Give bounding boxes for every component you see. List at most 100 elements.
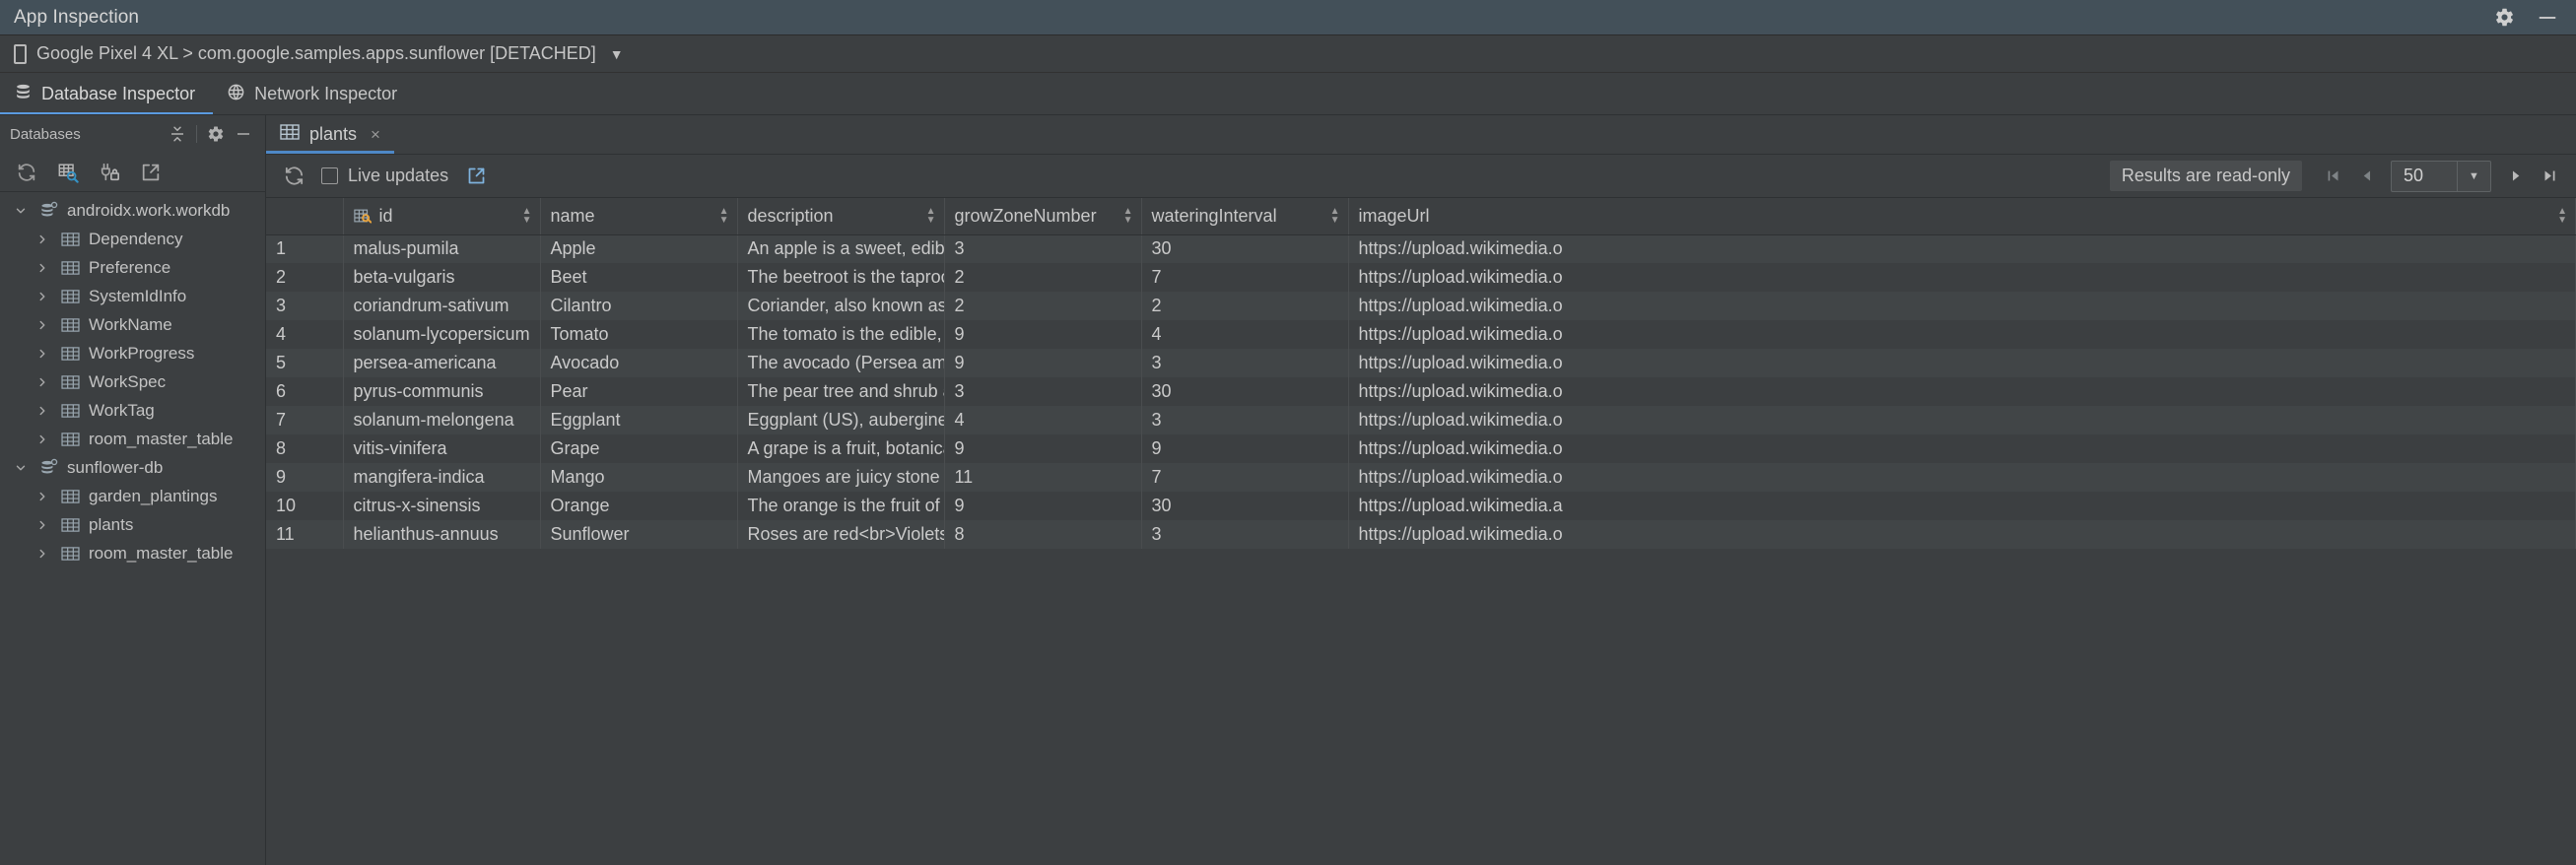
tree-item-table[interactable]: WorkSpec <box>0 367 265 396</box>
cell-imageUrl[interactable]: https://upload.wikimedia.o <box>1348 263 2576 292</box>
cell-id[interactable]: pyrus-communis <box>343 377 540 406</box>
sort-toggle-icon[interactable]: ▲▼ <box>926 207 936 225</box>
cell-growZoneNumber[interactable]: 11 <box>944 463 1141 492</box>
cell-wateringInterval[interactable]: 7 <box>1141 263 1348 292</box>
tree-item-table[interactable]: WorkProgress <box>0 339 265 367</box>
column-header-rownum[interactable] <box>266 198 343 234</box>
chevron-right-icon[interactable] <box>28 432 57 446</box>
cell-description[interactable]: An apple is a sweet, edible <box>737 234 944 263</box>
minimize-icon[interactable] <box>2537 7 2558 29</box>
cell-id[interactable]: vitis-vinifera <box>343 434 540 463</box>
first-page-icon[interactable] <box>2316 162 2349 191</box>
tree-item-table[interactable]: garden_plantings <box>0 482 265 510</box>
row-number[interactable]: 5 <box>266 349 343 377</box>
cell-name[interactable]: Cilantro <box>540 292 737 320</box>
table-row[interactable]: 4solanum-lycopersicumTomatoThe tomato is… <box>266 320 2576 349</box>
tree-item-table[interactable]: SystemIdInfo <box>0 282 265 310</box>
cell-growZoneNumber[interactable]: 9 <box>944 434 1141 463</box>
cell-name[interactable]: Beet <box>540 263 737 292</box>
tree-item-table[interactable]: room_master_table <box>0 539 265 567</box>
cell-imageUrl[interactable]: https://upload.wikimedia.a <box>1348 492 2576 520</box>
chevron-right-icon[interactable] <box>28 233 57 246</box>
tree-item-table[interactable]: WorkTag <box>0 396 265 425</box>
prev-page-icon[interactable] <box>2349 162 2383 191</box>
tree-item-table[interactable]: WorkName <box>0 310 265 339</box>
cell-growZoneNumber[interactable]: 2 <box>944 292 1141 320</box>
cell-growZoneNumber[interactable]: 2 <box>944 263 1141 292</box>
column-header-id[interactable]: id▲▼ <box>343 198 540 234</box>
live-updates-checkbox[interactable] <box>321 167 338 184</box>
table-row[interactable]: 2beta-vulgarisBeetThe beetroot is the ta… <box>266 263 2576 292</box>
last-page-icon[interactable] <box>2533 162 2566 191</box>
row-number[interactable]: 1 <box>266 234 343 263</box>
cell-description[interactable]: A grape is a fruit, botanica <box>737 434 944 463</box>
cell-wateringInterval[interactable]: 3 <box>1141 349 1348 377</box>
table-row[interactable]: 10citrus-x-sinensisOrangeThe orange is t… <box>266 492 2576 520</box>
table-row[interactable]: 6pyrus-communisPearThe pear tree and shr… <box>266 377 2576 406</box>
cell-description[interactable]: The pear tree and shrub ar <box>737 377 944 406</box>
sort-toggle-icon[interactable]: ▲▼ <box>719 207 729 225</box>
cell-wateringInterval[interactable]: 3 <box>1141 406 1348 434</box>
cell-growZoneNumber[interactable]: 9 <box>944 349 1141 377</box>
export-icon[interactable] <box>462 163 490 190</box>
gear-icon[interactable] <box>2493 7 2515 29</box>
cell-name[interactable]: Pear <box>540 377 737 406</box>
chevron-right-icon[interactable] <box>28 347 57 361</box>
next-page-icon[interactable] <box>2499 162 2533 191</box>
row-number[interactable]: 10 <box>266 492 343 520</box>
cell-growZoneNumber[interactable]: 3 <box>944 234 1141 263</box>
row-number[interactable]: 3 <box>266 292 343 320</box>
tree-item-table[interactable]: Preference <box>0 253 265 282</box>
chevron-right-icon[interactable] <box>28 404 57 418</box>
cell-imageUrl[interactable]: https://upload.wikimedia.o <box>1348 292 2576 320</box>
cell-growZoneNumber[interactable]: 9 <box>944 492 1141 520</box>
sort-toggle-icon[interactable]: ▲▼ <box>1123 207 1133 225</box>
table-row[interactable]: 3coriandrum-sativumCilantroCoriander, al… <box>266 292 2576 320</box>
row-number[interactable]: 11 <box>266 520 343 549</box>
gear-icon[interactable] <box>202 121 230 147</box>
chevron-down-icon[interactable] <box>6 461 35 475</box>
cell-id[interactable]: solanum-lycopersicum <box>343 320 540 349</box>
chevron-right-icon[interactable] <box>28 547 57 561</box>
column-header-imageUrl[interactable]: imageUrl▲▼ <box>1348 198 2576 234</box>
result-tab-plants[interactable]: plants × <box>266 115 394 154</box>
cell-imageUrl[interactable]: https://upload.wikimedia.o <box>1348 349 2576 377</box>
row-number[interactable]: 7 <box>266 406 343 434</box>
cell-growZoneNumber[interactable]: 9 <box>944 320 1141 349</box>
cell-description[interactable]: Coriander, also known as c <box>737 292 944 320</box>
cell-id[interactable]: solanum-melongena <box>343 406 540 434</box>
tree-item-database[interactable]: sunflower-db <box>0 453 265 482</box>
cell-description[interactable]: The orange is the fruit of t <box>737 492 944 520</box>
keep-connections-open-icon[interactable] <box>95 158 124 187</box>
row-number[interactable]: 4 <box>266 320 343 349</box>
tab-network-inspector[interactable]: Network Inspector <box>213 73 415 115</box>
cell-growZoneNumber[interactable]: 4 <box>944 406 1141 434</box>
tree-item-database[interactable]: androidx.work.workdb <box>0 196 265 225</box>
cell-wateringInterval[interactable]: 30 <box>1141 377 1348 406</box>
cell-wateringInterval[interactable]: 3 <box>1141 520 1348 549</box>
cell-description[interactable]: The avocado (Persea amer <box>737 349 944 377</box>
chevron-right-icon[interactable] <box>28 375 57 389</box>
cell-wateringInterval[interactable]: 2 <box>1141 292 1348 320</box>
collapse-all-icon[interactable] <box>164 121 191 147</box>
cell-wateringInterval[interactable]: 4 <box>1141 320 1348 349</box>
cell-imageUrl[interactable]: https://upload.wikimedia.o <box>1348 463 2576 492</box>
cell-description[interactable]: Mangoes are juicy stone fr <box>737 463 944 492</box>
cell-growZoneNumber[interactable]: 8 <box>944 520 1141 549</box>
cell-name[interactable]: Grape <box>540 434 737 463</box>
table-row[interactable]: 5persea-americanaAvocadoThe avocado (Per… <box>266 349 2576 377</box>
export-icon[interactable] <box>136 158 166 187</box>
cell-id[interactable]: malus-pumila <box>343 234 540 263</box>
chevron-down-icon[interactable] <box>6 204 35 218</box>
cell-id[interactable]: beta-vulgaris <box>343 263 540 292</box>
cell-growZoneNumber[interactable]: 3 <box>944 377 1141 406</box>
column-header-description[interactable]: description▲▼ <box>737 198 944 234</box>
tree-item-table[interactable]: Dependency <box>0 225 265 253</box>
tree-item-table[interactable]: plants <box>0 510 265 539</box>
device-process-selector[interactable]: Google Pixel 4 XL > com.google.samples.a… <box>0 35 2576 73</box>
cell-imageUrl[interactable]: https://upload.wikimedia.o <box>1348 434 2576 463</box>
live-updates-toggle[interactable]: Live updates <box>321 166 448 186</box>
cell-wateringInterval[interactable]: 9 <box>1141 434 1348 463</box>
row-number[interactable]: 8 <box>266 434 343 463</box>
chevron-right-icon[interactable] <box>28 518 57 532</box>
